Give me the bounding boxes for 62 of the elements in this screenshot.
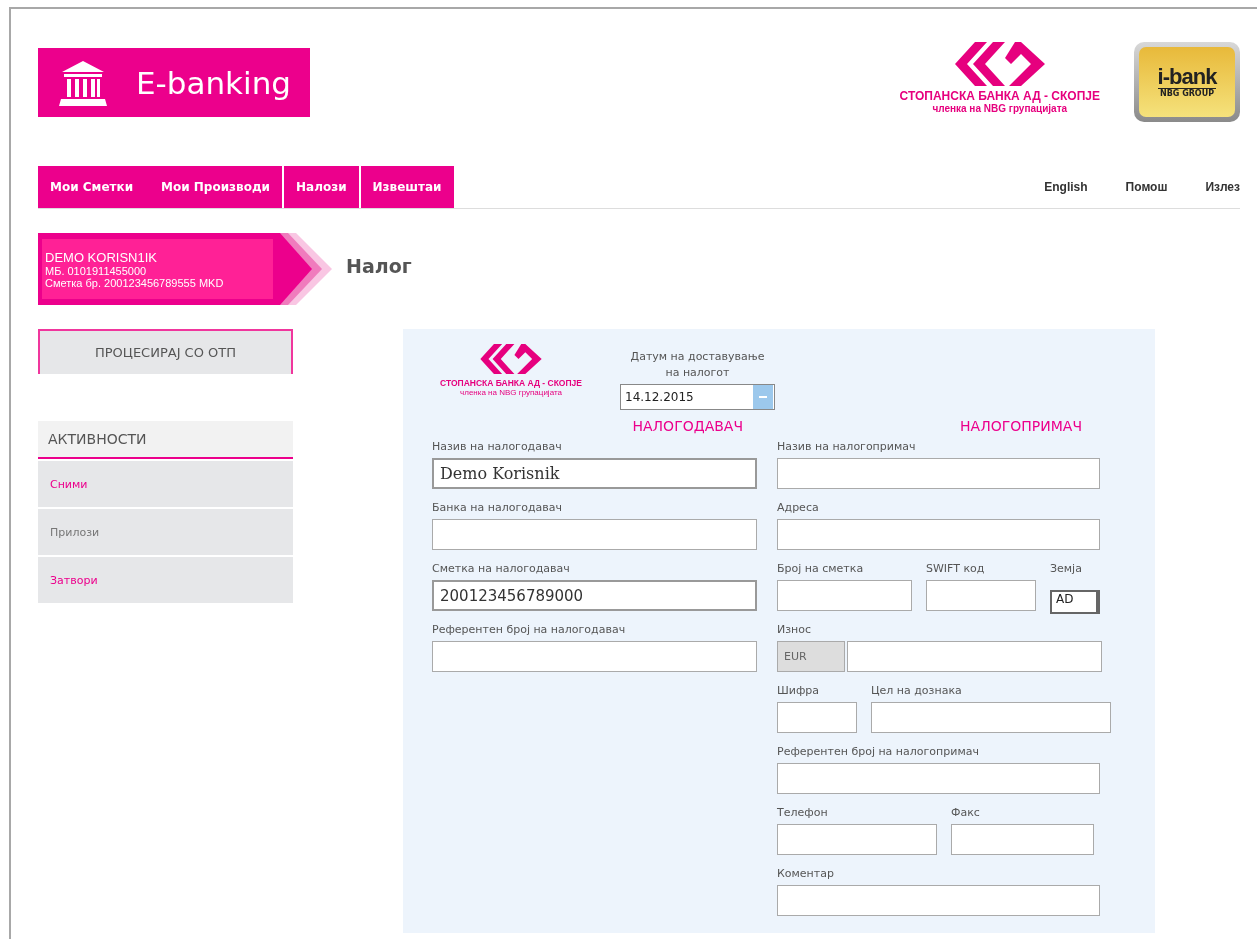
- input-field[interactable]: [432, 519, 757, 550]
- page-title: Налог: [346, 255, 412, 277]
- field-label: Адреса: [777, 501, 820, 516]
- input-field[interactable]: [777, 763, 1100, 794]
- bank-emblem-icon: [480, 344, 542, 374]
- process-button[interactable]: ПРОЦЕСИРАЈ СО ОТП: [38, 329, 293, 374]
- bank-tagline: членка на NBG групацијата: [460, 388, 562, 397]
- input-field[interactable]: Demo Korisnik: [432, 458, 757, 489]
- dropdown-icon[interactable]: [753, 385, 773, 409]
- input-field[interactable]: [777, 458, 1100, 489]
- input-field[interactable]: [951, 824, 1094, 855]
- bank-tagline: членка на NBG групацијата: [932, 103, 1068, 114]
- activity-item[interactable]: Затвори: [38, 557, 293, 603]
- nav-tab[interactable]: Извештаи: [370, 180, 444, 194]
- currency-field: EUR: [777, 641, 845, 672]
- date-field[interactable]: 14.12.2015: [620, 384, 775, 410]
- user-name: DEMO KORISN1IK: [45, 249, 158, 265]
- input-field[interactable]: 200123456789000: [432, 580, 757, 611]
- activities-header: АКТИВНОСТИ: [38, 421, 293, 459]
- field-label: Референтен број на налогодавач: [432, 623, 627, 638]
- amount-field[interactable]: [847, 641, 1102, 672]
- input-field[interactable]: [777, 519, 1100, 550]
- bank-emblem-icon: [954, 42, 1045, 86]
- input-field[interactable]: [926, 580, 1036, 611]
- input-field[interactable]: [777, 885, 1100, 916]
- field-label: Назив на налогодавач: [432, 440, 563, 455]
- input-field[interactable]: [871, 702, 1111, 733]
- field-label: Број на сметка: [777, 562, 865, 577]
- field-label: Цел на дознака: [871, 684, 963, 699]
- field-label: Износ: [777, 623, 813, 638]
- app-name: E-banking: [136, 64, 291, 101]
- field-label: Телефон: [777, 806, 829, 821]
- section-title: НАЛОГОПРИМАЧ: [959, 418, 1083, 436]
- field-label: Земја: [1050, 562, 1083, 577]
- field-label: Коментар: [777, 867, 835, 882]
- user-id: МБ. 0101911455000: [45, 264, 148, 277]
- nav-tab[interactable]: Налози: [294, 180, 349, 194]
- section-title: НАЛОГОДАВАЧ: [631, 418, 744, 436]
- top-link[interactable]: English: [1044, 180, 1088, 194]
- input-field[interactable]: [432, 641, 757, 672]
- input-field[interactable]: [777, 580, 912, 611]
- user-account: Сметка бр. 200123456789555 MKD: [45, 276, 225, 289]
- country-select[interactable]: AD: [1050, 590, 1100, 614]
- input-field[interactable]: [777, 702, 857, 733]
- top-link[interactable]: Помош: [1125, 180, 1168, 194]
- input-field[interactable]: [777, 824, 937, 855]
- date-label: Датум на доставување на налогот: [629, 349, 766, 381]
- field-label: Шифра: [777, 684, 821, 699]
- field-label: Референтен број на налогопримач: [777, 745, 980, 760]
- nav-tab[interactable]: Мои Производи: [159, 180, 272, 194]
- top-link[interactable]: Излез: [1205, 180, 1240, 194]
- field-label: Банка на налогодавач: [432, 501, 564, 516]
- activity-item[interactable]: Сними: [38, 461, 293, 507]
- field-label: Сметка на налогодавач: [432, 562, 571, 577]
- bank-name: СТОПАНСКА БАНКА АД - СКОПЈЕ: [440, 378, 582, 388]
- field-label: SWIFT код: [926, 562, 986, 577]
- badge-group: NBG GROUP: [1160, 89, 1214, 98]
- field-label: Факс: [951, 806, 981, 821]
- bank-name: СТОПАНСКА БАНКА АД - СКОПЈЕ: [899, 89, 1100, 103]
- nav-tab[interactable]: Мои Сметки: [48, 180, 136, 194]
- badge-name: i-bank: [1157, 66, 1217, 89]
- field-label: Назив на налогопримач: [777, 440, 917, 455]
